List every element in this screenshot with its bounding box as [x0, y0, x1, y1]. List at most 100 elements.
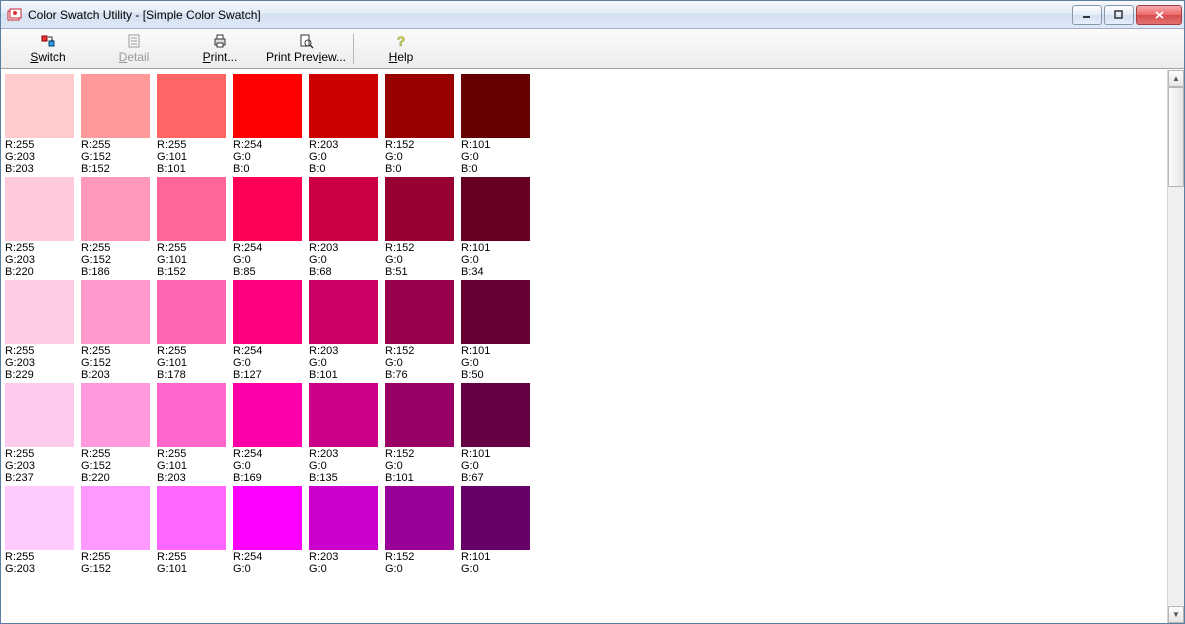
- swatch-cell[interactable]: R:255 G:152 B:220: [81, 383, 156, 484]
- minimize-button[interactable]: [1072, 5, 1102, 25]
- swatch-color: [157, 383, 226, 447]
- vertical-scrollbar[interactable]: ▲ ▼: [1167, 70, 1184, 623]
- detail-label: Detail: [119, 50, 150, 64]
- toolbar-separator: [353, 34, 354, 64]
- swatch-cell[interactable]: R:101 G:0 B:34: [461, 177, 536, 278]
- switch-button[interactable]: Switch: [5, 30, 91, 68]
- swatch-color: [309, 280, 378, 344]
- swatch-color: [5, 74, 74, 138]
- swatch-rgb-label: R:255 G:203 B:237: [5, 447, 80, 484]
- swatch-color: [81, 177, 150, 241]
- scroll-thumb[interactable]: [1168, 87, 1184, 187]
- swatch-rgb-label: R:254 G:0: [233, 550, 308, 575]
- swatch-rgb-label: R:255 G:203: [5, 550, 80, 575]
- swatch-row: R:255 G:203 B:237R:255 G:152 B:220R:255 …: [5, 383, 1167, 486]
- swatch-color: [233, 74, 302, 138]
- swatch-color: [385, 74, 454, 138]
- swatch-cell[interactable]: R:254 G:0 B:85: [233, 177, 308, 278]
- swatch-cell[interactable]: R:101 G:0 B:0: [461, 74, 536, 175]
- swatch-rgb-label: R:255 G:152: [81, 550, 156, 575]
- swatch-color: [157, 280, 226, 344]
- toolbar: Switch Detail Print...: [1, 29, 1184, 69]
- swatch-rgb-label: R:255 G:152 B:152: [81, 138, 156, 175]
- swatch-color: [385, 486, 454, 550]
- swatch-color: [385, 177, 454, 241]
- swatch-cell[interactable]: R:152 G:0 B:101: [385, 383, 460, 484]
- scroll-track[interactable]: [1168, 87, 1184, 606]
- swatch-color: [81, 280, 150, 344]
- close-button[interactable]: [1136, 5, 1182, 25]
- swatch-cell[interactable]: R:255 G:152 B:152: [81, 74, 156, 175]
- swatch-rgb-label: R:254 G:0 B:127: [233, 344, 308, 381]
- swatch-pane[interactable]: R:255 G:203 B:203R:255 G:152 B:152R:255 …: [1, 70, 1167, 623]
- swatch-rgb-label: R:101 G:0 B:50: [461, 344, 536, 381]
- swatch-cell[interactable]: R:152 G:0: [385, 486, 460, 575]
- swatch-cell[interactable]: R:152 G:0 B:76: [385, 280, 460, 381]
- swatch-cell[interactable]: R:255 G:203 B:229: [5, 280, 80, 381]
- swatch-cell[interactable]: R:101 G:0 B:67: [461, 383, 536, 484]
- switch-icon: [40, 33, 56, 49]
- swatch-color: [461, 74, 530, 138]
- swatch-rgb-label: R:203 G:0 B:101: [309, 344, 384, 381]
- swatch-row: R:255 G:203 B:229R:255 G:152 B:203R:255 …: [5, 280, 1167, 383]
- scroll-up-button[interactable]: ▲: [1168, 70, 1184, 87]
- swatch-color: [233, 177, 302, 241]
- swatch-rgb-label: R:255 G:101: [157, 550, 232, 575]
- swatch-rgb-label: R:152 G:0 B:76: [385, 344, 460, 381]
- swatch-cell[interactable]: R:203 G:0 B:68: [309, 177, 384, 278]
- swatch-cell[interactable]: R:255 G:203 B:203: [5, 74, 80, 175]
- print-label: Print...: [203, 50, 238, 64]
- svg-text:?: ?: [397, 33, 406, 49]
- swatch-cell[interactable]: R:255 G:101 B:152: [157, 177, 232, 278]
- swatch-cell[interactable]: R:254 G:0 B:0: [233, 74, 308, 175]
- print-preview-button[interactable]: Print Preview...: [263, 30, 349, 68]
- swatch-color: [309, 486, 378, 550]
- swatch-rgb-label: R:203 G:0 B:68: [309, 241, 384, 278]
- swatch-row: R:255 G:203R:255 G:152R:255 G:101R:254 G…: [5, 486, 1167, 577]
- swatch-color: [81, 486, 150, 550]
- detail-button: Detail: [91, 30, 177, 68]
- swatch-cell[interactable]: R:255 G:152: [81, 486, 156, 575]
- swatch-cell[interactable]: R:254 G:0 B:127: [233, 280, 308, 381]
- swatch-color: [157, 74, 226, 138]
- swatch-color: [309, 74, 378, 138]
- swatch-rgb-label: R:203 G:0: [309, 550, 384, 575]
- swatch-cell[interactable]: R:255 G:203: [5, 486, 80, 575]
- swatch-cell[interactable]: R:203 G:0 B:0: [309, 74, 384, 175]
- detail-icon: [126, 33, 142, 49]
- swatch-cell[interactable]: R:152 G:0 B:0: [385, 74, 460, 175]
- swatch-rgb-label: R:255 G:152 B:220: [81, 447, 156, 484]
- swatch-cell[interactable]: R:152 G:0 B:51: [385, 177, 460, 278]
- swatch-rgb-label: R:152 G:0 B:0: [385, 138, 460, 175]
- swatch-cell[interactable]: R:101 G:0: [461, 486, 536, 575]
- swatch-cell[interactable]: R:255 G:101: [157, 486, 232, 575]
- print-button[interactable]: Print...: [177, 30, 263, 68]
- swatch-color: [233, 486, 302, 550]
- swatch-cell[interactable]: R:255 G:203 B:220: [5, 177, 80, 278]
- swatch-rgb-label: R:255 G:101 B:203: [157, 447, 232, 484]
- swatch-cell[interactable]: R:254 G:0 B:169: [233, 383, 308, 484]
- swatch-cell[interactable]: R:255 G:152 B:203: [81, 280, 156, 381]
- swatch-cell[interactable]: R:101 G:0 B:50: [461, 280, 536, 381]
- app-window: Color Swatch Utility - [Simple Color Swa…: [0, 0, 1185, 624]
- swatch-cell[interactable]: R:255 G:101 B:203: [157, 383, 232, 484]
- swatch-cell[interactable]: R:203 G:0 B:101: [309, 280, 384, 381]
- swatch-cell[interactable]: R:255 G:203 B:237: [5, 383, 80, 484]
- help-button[interactable]: ? Help: [358, 30, 444, 68]
- scroll-down-button[interactable]: ▼: [1168, 606, 1184, 623]
- help-label: Help: [389, 50, 414, 64]
- swatch-color: [461, 486, 530, 550]
- swatch-color: [157, 177, 226, 241]
- swatch-color: [5, 280, 74, 344]
- swatch-color: [81, 383, 150, 447]
- swatch-cell[interactable]: R:255 G:152 B:186: [81, 177, 156, 278]
- swatch-cell[interactable]: R:254 G:0: [233, 486, 308, 575]
- swatch-cell[interactable]: R:203 G:0 B:135: [309, 383, 384, 484]
- print-icon: [212, 33, 228, 49]
- swatch-rgb-label: R:152 G:0: [385, 550, 460, 575]
- swatch-cell[interactable]: R:255 G:101 B:178: [157, 280, 232, 381]
- swatch-cell[interactable]: R:203 G:0: [309, 486, 384, 575]
- swatch-cell[interactable]: R:255 G:101 B:101: [157, 74, 232, 175]
- swatch-color: [385, 280, 454, 344]
- maximize-button[interactable]: [1104, 5, 1134, 25]
